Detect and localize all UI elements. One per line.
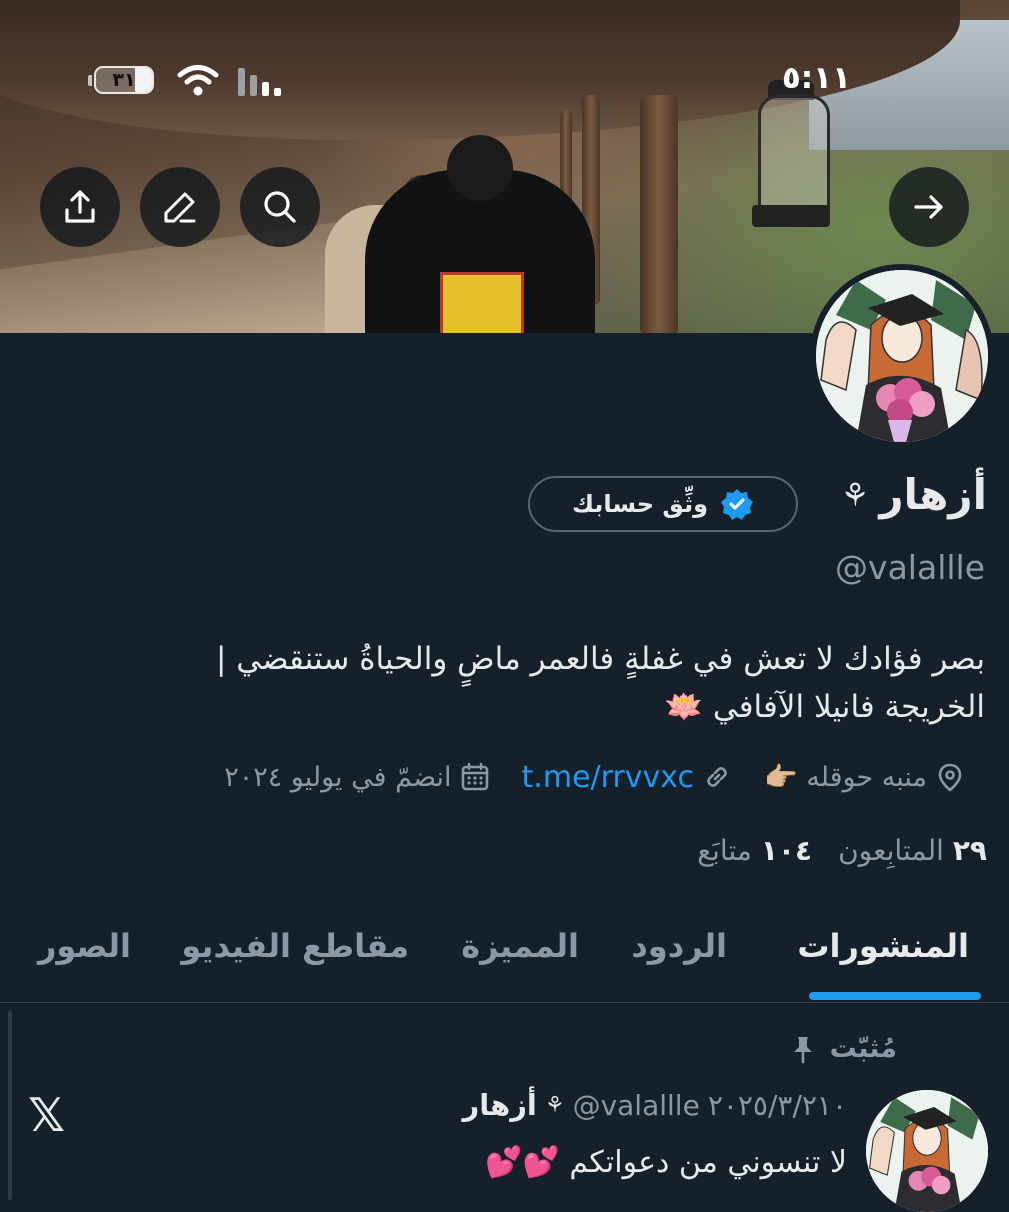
profile-tabs: المنشورات الردود المميزة مقاطع الفيديو ا… bbox=[0, 905, 1009, 1003]
search-button[interactable] bbox=[240, 167, 320, 247]
battery-icon: ٣١ bbox=[94, 66, 154, 94]
followers-label: المتابِعون bbox=[838, 834, 944, 867]
banner-person-front-head bbox=[447, 135, 513, 201]
active-tab-indicator bbox=[809, 992, 981, 1000]
tab-replies[interactable]: الردود bbox=[631, 927, 727, 965]
follow-stats: ١٠٤ متابَع ٢٩ المتابِعون bbox=[697, 834, 987, 867]
flower-symbol: ⚘ bbox=[840, 475, 870, 514]
avatar-illustration bbox=[866, 1090, 988, 1212]
post-author-name[interactable]: أزهار bbox=[463, 1088, 537, 1122]
back-button[interactable] bbox=[889, 167, 969, 247]
link-item[interactable]: t.me/rrvvxc bbox=[522, 760, 732, 795]
followers-link[interactable]: ٢٩ المتابِعون bbox=[838, 834, 987, 867]
link-icon bbox=[707, 767, 727, 787]
lantern bbox=[758, 95, 830, 221]
x-logo-icon: 𝕏 bbox=[28, 1088, 66, 1142]
joined-date: انضمّ في يوليو ٢٠٢٤ bbox=[224, 761, 452, 793]
profile-avatar[interactable] bbox=[810, 264, 994, 448]
joined-item: انضمّ في يوليو ٢٠٢٤ bbox=[224, 762, 489, 793]
profile-link[interactable]: t.me/rrvvxc bbox=[522, 760, 694, 795]
tab-posts[interactable]: المنشورات bbox=[797, 927, 969, 965]
banner-pillar bbox=[640, 95, 678, 333]
following-count: ١٠٤ bbox=[760, 834, 813, 867]
profile-bio: بصر فؤادك لا تعش في غفلةٍ فالعمر ماضٍ وا… bbox=[20, 635, 985, 731]
share-icon bbox=[65, 190, 95, 223]
followers-count: ٢٩ bbox=[952, 834, 987, 867]
banner-shirt-print bbox=[440, 272, 524, 333]
tab-photos[interactable]: الصور bbox=[38, 927, 131, 965]
search-icon bbox=[264, 191, 296, 223]
pin-icon bbox=[793, 1036, 812, 1063]
bio-line: الخريجة فانيلا الآفافي 🪷 bbox=[664, 689, 985, 725]
post-header: أزهار ⚘ @valallle ٢٠٢٥/٣/٢١٠ bbox=[463, 1088, 847, 1122]
post-author-handle[interactable]: @valallle bbox=[573, 1089, 700, 1122]
calendar-icon bbox=[461, 762, 488, 791]
pinned-indicator: مُثبّت bbox=[788, 1033, 897, 1064]
edit-button[interactable] bbox=[140, 167, 220, 247]
following-label: متابَع bbox=[697, 834, 752, 867]
verified-badge-icon bbox=[721, 489, 753, 520]
scroll-edge-line bbox=[8, 1010, 12, 1200]
status-clock: ٥:١١ bbox=[781, 60, 851, 96]
location-text: منبه حوقله 👉🏼 bbox=[764, 762, 927, 793]
post-date[interactable]: ٢٠٢٥/٣/٢١٠ bbox=[708, 1089, 847, 1122]
wifi-icon bbox=[177, 65, 219, 96]
pinned-label: مُثبّت bbox=[829, 1033, 897, 1064]
profile-name-row: أزهار ⚘ bbox=[841, 470, 987, 519]
profile-handle: @valallle bbox=[835, 548, 985, 587]
post-author-avatar[interactable] bbox=[866, 1090, 988, 1212]
status-bar: ٥:١١ ٣١ bbox=[0, 58, 1009, 102]
verify-account-button[interactable]: وثِّق حسابك bbox=[528, 476, 798, 532]
location-item: منبه حوقله 👉🏼 bbox=[764, 761, 965, 793]
arrow-right-icon bbox=[914, 195, 943, 219]
flower-symbol: ⚘ bbox=[544, 1092, 565, 1118]
share-button[interactable] bbox=[40, 167, 120, 247]
cellular-signal-icon bbox=[238, 66, 288, 96]
tab-highlights[interactable]: المميزة bbox=[461, 927, 579, 965]
tab-videos[interactable]: مقاطع الفيديو bbox=[181, 927, 409, 965]
location-pin-icon bbox=[938, 763, 962, 792]
avatar-illustration bbox=[816, 270, 988, 442]
battery-cap bbox=[88, 75, 92, 86]
display-name: أزهار bbox=[879, 470, 987, 519]
battery-level-label: ٣١ bbox=[112, 69, 136, 91]
verify-account-label: وثِّق حسابك bbox=[571, 490, 708, 518]
post-text: لا تنسوني من دعواتكم 💕💕 bbox=[485, 1145, 847, 1180]
pencil-icon bbox=[164, 192, 196, 223]
lantern-base bbox=[752, 205, 830, 227]
following-link[interactable]: ١٠٤ متابَع bbox=[697, 834, 812, 867]
profile-meta-row: منبه حوقله 👉🏼 t.me/rrvvxc انضمّ في يوليو… bbox=[192, 755, 965, 799]
bio-line: بصر فؤادك لا تعش في غفلةٍ فالعمر ماضٍ وا… bbox=[215, 641, 985, 677]
